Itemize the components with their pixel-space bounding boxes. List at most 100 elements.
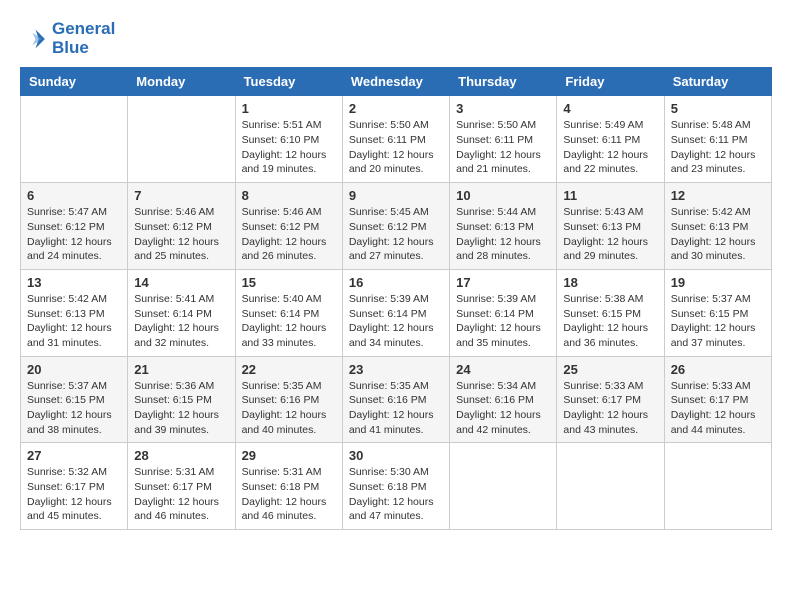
day-number: 29 bbox=[242, 448, 336, 463]
calendar-cell: 22 Sunrise: 5:35 AM Sunset: 6:16 PM Dayli… bbox=[235, 356, 342, 443]
calendar-cell: 2 Sunrise: 5:50 AM Sunset: 6:11 PM Daylig… bbox=[342, 96, 449, 183]
day-number: 22 bbox=[242, 362, 336, 377]
logo-icon bbox=[20, 25, 48, 53]
day-number: 25 bbox=[563, 362, 657, 377]
calendar-cell: 11 Sunrise: 5:43 AM Sunset: 6:13 PM Dayli… bbox=[557, 183, 664, 270]
calendar-cell: 16 Sunrise: 5:39 AM Sunset: 6:14 PM Dayli… bbox=[342, 269, 449, 356]
day-of-week-header: Sunday bbox=[21, 68, 128, 96]
cell-info: Sunrise: 5:46 AM Sunset: 6:12 PM Dayligh… bbox=[242, 205, 336, 264]
cell-info: Sunrise: 5:30 AM Sunset: 6:18 PM Dayligh… bbox=[349, 465, 443, 524]
cell-info: Sunrise: 5:37 AM Sunset: 6:15 PM Dayligh… bbox=[27, 379, 121, 438]
calendar-cell: 8 Sunrise: 5:46 AM Sunset: 6:12 PM Daylig… bbox=[235, 183, 342, 270]
calendar-cell: 21Sunrise: 5:36 AM Sunset: 6:15 PM Dayli… bbox=[128, 356, 235, 443]
day-number: 11 bbox=[563, 188, 657, 203]
calendar-week-row: 27 Sunrise: 5:32 AM Sunset: 6:17 PM Dayli… bbox=[21, 443, 772, 530]
day-number: 18 bbox=[563, 275, 657, 290]
calendar-cell: 19 Sunrise: 5:37 AM Sunset: 6:15 PM Dayli… bbox=[664, 269, 771, 356]
day-number: 24 bbox=[456, 362, 550, 377]
day-number: 19 bbox=[671, 275, 765, 290]
cell-info: Sunrise: 5:39 AM Sunset: 6:14 PM Dayligh… bbox=[456, 292, 550, 351]
cell-info: Sunrise: 5:37 AM Sunset: 6:15 PM Dayligh… bbox=[671, 292, 765, 351]
day-number: 9 bbox=[349, 188, 443, 203]
cell-info: Sunrise: 5:45 AM Sunset: 6:12 PM Dayligh… bbox=[349, 205, 443, 264]
calendar-header-row: SundayMondayTuesdayWednesdayThursdayFrid… bbox=[21, 68, 772, 96]
day-number: 23 bbox=[349, 362, 443, 377]
calendar-cell bbox=[664, 443, 771, 530]
day-number: 16 bbox=[349, 275, 443, 290]
day-number: 30 bbox=[349, 448, 443, 463]
day-number: 13 bbox=[27, 275, 121, 290]
day-number: 14 bbox=[134, 275, 228, 290]
cell-info: Sunrise: 5:50 AM Sunset: 6:11 PM Dayligh… bbox=[349, 118, 443, 177]
day-of-week-header: Tuesday bbox=[235, 68, 342, 96]
day-number: 10 bbox=[456, 188, 550, 203]
calendar-cell: 1 Sunrise: 5:51 AM Sunset: 6:10 PM Daylig… bbox=[235, 96, 342, 183]
day-number: 2 bbox=[349, 101, 443, 116]
day-of-week-header: Saturday bbox=[664, 68, 771, 96]
cell-info: Sunrise: 5:46 AM Sunset: 6:12 PM Dayligh… bbox=[134, 205, 228, 264]
calendar-week-row: 13 Sunrise: 5:42 AM Sunset: 6:13 PM Dayli… bbox=[21, 269, 772, 356]
day-number: 28 bbox=[134, 448, 228, 463]
day-number: 1 bbox=[242, 101, 336, 116]
calendar-cell: 20 Sunrise: 5:37 AM Sunset: 6:15 PM Dayli… bbox=[21, 356, 128, 443]
cell-info: Sunrise: 5:42 AM Sunset: 6:13 PM Dayligh… bbox=[671, 205, 765, 264]
day-number: 20 bbox=[27, 362, 121, 377]
day-number: 17 bbox=[456, 275, 550, 290]
calendar-cell: 4Sunrise: 5:49 AM Sunset: 6:11 PM Daylig… bbox=[557, 96, 664, 183]
day-number: 26 bbox=[671, 362, 765, 377]
calendar-cell: 28 Sunrise: 5:31 AM Sunset: 6:17 PM Dayli… bbox=[128, 443, 235, 530]
day-number: 15 bbox=[242, 275, 336, 290]
day-number: 27 bbox=[27, 448, 121, 463]
calendar-cell bbox=[21, 96, 128, 183]
day-of-week-header: Wednesday bbox=[342, 68, 449, 96]
cell-info: Sunrise: 5:33 AM Sunset: 6:17 PM Dayligh… bbox=[563, 379, 657, 438]
cell-info: Sunrise: 5:34 AM Sunset: 6:16 PM Dayligh… bbox=[456, 379, 550, 438]
cell-info: Sunrise: 5:38 AM Sunset: 6:15 PM Dayligh… bbox=[563, 292, 657, 351]
calendar-week-row: 1 Sunrise: 5:51 AM Sunset: 6:10 PM Daylig… bbox=[21, 96, 772, 183]
cell-info: Sunrise: 5:36 AM Sunset: 6:15 PM Dayligh… bbox=[134, 379, 228, 438]
cell-info: Sunrise: 5:31 AM Sunset: 6:17 PM Dayligh… bbox=[134, 465, 228, 524]
logo: General Blue bbox=[20, 20, 115, 57]
cell-info: Sunrise: 5:43 AM Sunset: 6:13 PM Dayligh… bbox=[563, 205, 657, 264]
day-number: 8 bbox=[242, 188, 336, 203]
calendar-week-row: 20 Sunrise: 5:37 AM Sunset: 6:15 PM Dayli… bbox=[21, 356, 772, 443]
calendar-cell: 27 Sunrise: 5:32 AM Sunset: 6:17 PM Dayli… bbox=[21, 443, 128, 530]
cell-info: Sunrise: 5:35 AM Sunset: 6:16 PM Dayligh… bbox=[242, 379, 336, 438]
calendar-cell: 26 Sunrise: 5:33 AM Sunset: 6:17 PM Dayli… bbox=[664, 356, 771, 443]
calendar-cell: 13 Sunrise: 5:42 AM Sunset: 6:13 PM Dayli… bbox=[21, 269, 128, 356]
calendar-cell: 29 Sunrise: 5:31 AM Sunset: 6:18 PM Dayli… bbox=[235, 443, 342, 530]
calendar-cell: 30 Sunrise: 5:30 AM Sunset: 6:18 PM Dayli… bbox=[342, 443, 449, 530]
day-number: 7 bbox=[134, 188, 228, 203]
calendar-cell: 18 Sunrise: 5:38 AM Sunset: 6:15 PM Dayli… bbox=[557, 269, 664, 356]
day-number: 6 bbox=[27, 188, 121, 203]
cell-info: Sunrise: 5:44 AM Sunset: 6:13 PM Dayligh… bbox=[456, 205, 550, 264]
cell-info: Sunrise: 5:39 AM Sunset: 6:14 PM Dayligh… bbox=[349, 292, 443, 351]
cell-info: Sunrise: 5:50 AM Sunset: 6:11 PM Dayligh… bbox=[456, 118, 550, 177]
calendar-cell bbox=[450, 443, 557, 530]
calendar-cell: 9 Sunrise: 5:45 AM Sunset: 6:12 PM Daylig… bbox=[342, 183, 449, 270]
cell-info: Sunrise: 5:31 AM Sunset: 6:18 PM Dayligh… bbox=[242, 465, 336, 524]
calendar-cell: 24 Sunrise: 5:34 AM Sunset: 6:16 PM Dayli… bbox=[450, 356, 557, 443]
calendar-cell: 15Sunrise: 5:40 AM Sunset: 6:14 PM Dayli… bbox=[235, 269, 342, 356]
cell-info: Sunrise: 5:41 AM Sunset: 6:14 PM Dayligh… bbox=[134, 292, 228, 351]
day-number: 3 bbox=[456, 101, 550, 116]
header: General Blue bbox=[20, 20, 772, 57]
calendar-cell: 10 Sunrise: 5:44 AM Sunset: 6:13 PM Dayli… bbox=[450, 183, 557, 270]
calendar-cell: 17 Sunrise: 5:39 AM Sunset: 6:14 PM Dayli… bbox=[450, 269, 557, 356]
calendar-cell: 12 Sunrise: 5:42 AM Sunset: 6:13 PM Dayli… bbox=[664, 183, 771, 270]
calendar-cell bbox=[557, 443, 664, 530]
day-number: 12 bbox=[671, 188, 765, 203]
day-of-week-header: Monday bbox=[128, 68, 235, 96]
day-of-week-header: Thursday bbox=[450, 68, 557, 96]
cell-info: Sunrise: 5:33 AM Sunset: 6:17 PM Dayligh… bbox=[671, 379, 765, 438]
cell-info: Sunrise: 5:42 AM Sunset: 6:13 PM Dayligh… bbox=[27, 292, 121, 351]
cell-info: Sunrise: 5:35 AM Sunset: 6:16 PM Dayligh… bbox=[349, 379, 443, 438]
cell-info: Sunrise: 5:32 AM Sunset: 6:17 PM Dayligh… bbox=[27, 465, 121, 524]
cell-info: Sunrise: 5:51 AM Sunset: 6:10 PM Dayligh… bbox=[242, 118, 336, 177]
day-number: 4 bbox=[563, 101, 657, 116]
calendar-week-row: 6Sunrise: 5:47 AM Sunset: 6:12 PM Daylig… bbox=[21, 183, 772, 270]
day-of-week-header: Friday bbox=[557, 68, 664, 96]
calendar-cell: 23 Sunrise: 5:35 AM Sunset: 6:16 PM Dayli… bbox=[342, 356, 449, 443]
calendar-cell: 3 Sunrise: 5:50 AM Sunset: 6:11 PM Daylig… bbox=[450, 96, 557, 183]
calendar: SundayMondayTuesdayWednesdayThursdayFrid… bbox=[20, 67, 772, 530]
